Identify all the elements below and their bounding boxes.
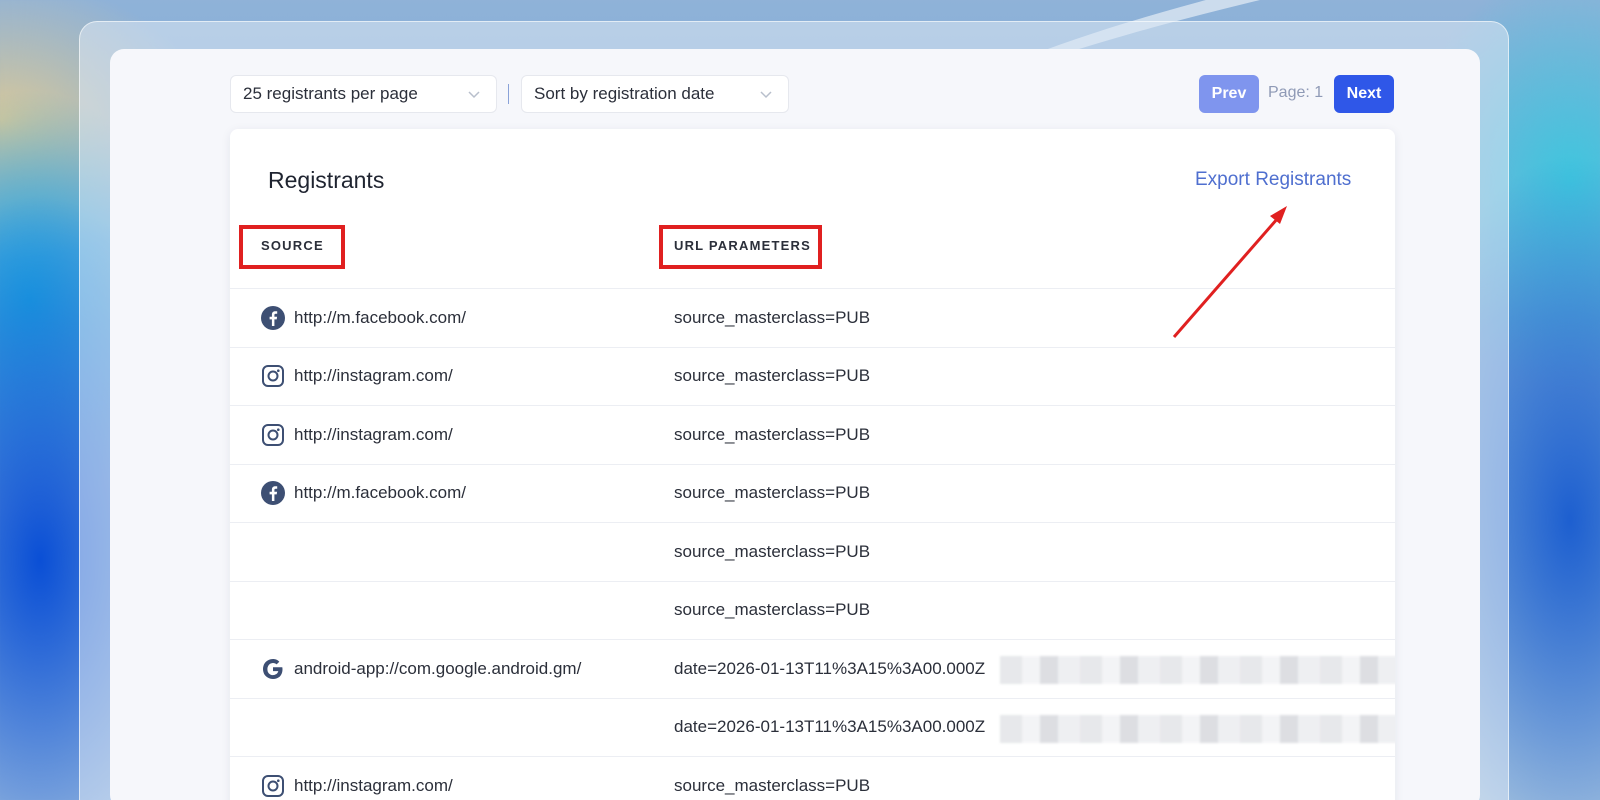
table-row[interactable]: http://instagram.com/ source_masterclass… [230, 756, 1395, 800]
prev-button[interactable]: Prev [1199, 75, 1259, 113]
source-cell: http://m.facebook.com/ [260, 465, 466, 523]
params-cell: source_masterclass=PUB [674, 600, 871, 620]
source-cell: http://instagram.com/ [260, 348, 453, 406]
toolbar-separator [508, 84, 509, 104]
instagram-icon [262, 365, 284, 388]
instagram-icon [262, 423, 284, 446]
export-registrants-link[interactable]: Export Registrants [1195, 169, 1351, 191]
params-cell: date=2026-01-13T11%3A15%3A00.000Z [674, 717, 986, 737]
table-row[interactable]: source_masterclass=PUB [230, 580, 1395, 640]
per-page-value: 25 registrants per page [243, 84, 418, 103]
chevron-down-icon [468, 91, 480, 99]
table-row[interactable]: android-app://com.google.android.gm/ dat… [230, 639, 1395, 698]
google-icon [263, 658, 283, 679]
table-row[interactable]: http://m.facebook.com/ source_masterclas… [230, 288, 1395, 347]
source-url: android-app://com.google.android.gm/ [294, 658, 582, 678]
source-url: http://m.facebook.com/ [294, 483, 466, 503]
params-cell: source_masterclass=PUB [674, 541, 871, 561]
table-row[interactable]: http://m.facebook.com/ source_masterclas… [230, 463, 1395, 523]
registrants-table: http://m.facebook.com/ source_masterclas… [230, 288, 1395, 800]
source-url: http://m.facebook.com/ [294, 307, 466, 327]
facebook-icon [261, 481, 285, 506]
card-title: Registrants [268, 167, 385, 193]
table-row[interactable]: http://instagram.com/ source_masterclass… [230, 405, 1395, 464]
page-indicator: Page: 1 [1268, 84, 1324, 101]
table-row[interactable]: date=2026-01-13T11%3A15%3A00.000Z [230, 697, 1395, 757]
params-cell: source_masterclass=PUB [674, 775, 871, 795]
redacted-region [1000, 656, 1395, 684]
registrants-card: Registrants Export Registrants SOURCE UR… [230, 129, 1395, 800]
params-cell: date=2026-01-13T11%3A15%3A00.000Z [674, 658, 986, 678]
chevron-down-icon [760, 91, 772, 99]
params-cell: source_masterclass=PUB [674, 366, 871, 386]
per-page-select[interactable]: 25 registrants per page [230, 75, 497, 113]
params-cell: source_masterclass=PUB [674, 424, 871, 444]
column-header-url-parameters[interactable]: URL PARAMETERS [674, 238, 811, 253]
table-row[interactable]: source_masterclass=PUB [230, 522, 1395, 581]
redacted-region [1000, 714, 1395, 743]
sort-select[interactable]: Sort by registration date [521, 75, 789, 113]
source-cell: http://instagram.com/ [260, 757, 453, 800]
source-cell: http://instagram.com/ [260, 406, 453, 464]
sort-value: Sort by registration date [534, 84, 715, 103]
params-cell: source_masterclass=PUB [674, 307, 871, 327]
instagram-icon [262, 774, 284, 797]
facebook-icon [261, 305, 285, 330]
source-cell: android-app://com.google.android.gm/ [260, 640, 581, 698]
table-row[interactable]: http://instagram.com/ source_masterclass… [230, 346, 1395, 406]
source-cell: http://m.facebook.com/ [260, 289, 466, 347]
next-button[interactable]: Next [1334, 75, 1394, 113]
source-url: http://instagram.com/ [294, 424, 453, 444]
params-cell: source_masterclass=PUB [674, 483, 871, 503]
column-header-source[interactable]: SOURCE [261, 238, 324, 253]
source-url: http://instagram.com/ [294, 366, 453, 386]
source-url: http://instagram.com/ [294, 775, 453, 795]
